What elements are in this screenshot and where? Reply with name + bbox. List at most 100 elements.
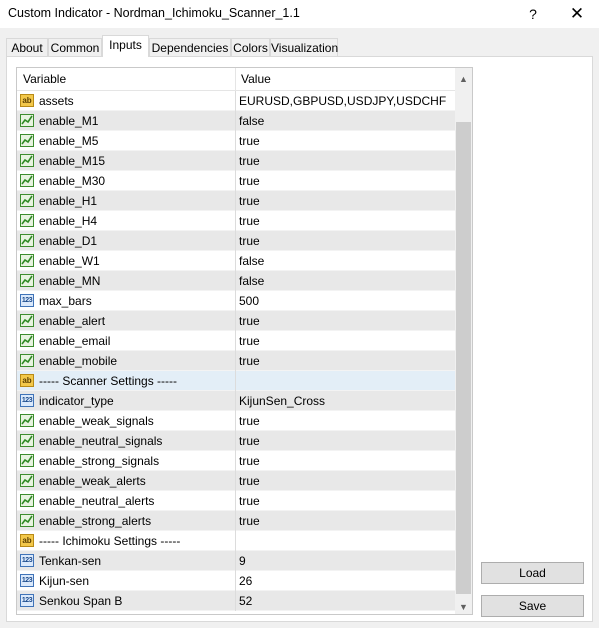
table-row[interactable]: ab ----- Scanner Settings ----- (17, 371, 455, 391)
column-divider (235, 391, 236, 411)
scroll-down-icon[interactable]: ▼ (455, 598, 472, 614)
variable-value[interactable]: false (239, 274, 264, 288)
header-divider[interactable] (235, 68, 236, 90)
save-button[interactable]: Save (481, 595, 584, 617)
number-type-icon: 123 (20, 554, 34, 567)
string-type-icon: ab (20, 374, 34, 387)
column-divider (235, 191, 236, 211)
table-row[interactable]: 123 max_bars 500 (17, 291, 455, 311)
variable-value[interactable]: true (239, 234, 260, 248)
column-divider (235, 311, 236, 331)
column-divider (235, 291, 236, 311)
close-button[interactable]: ✕ (557, 0, 597, 28)
column-divider (235, 231, 236, 251)
load-button[interactable]: Load (481, 562, 584, 584)
table-row[interactable]: 123 indicator_type KijunSen_Cross (17, 391, 455, 411)
tab-colors[interactable]: Colors (231, 38, 270, 56)
bool-type-icon (20, 114, 34, 127)
column-divider (235, 91, 236, 111)
string-type-icon: ab (20, 94, 34, 107)
tab-inputs[interactable]: Inputs (102, 35, 149, 57)
bool-type-icon (20, 514, 34, 527)
bool-type-icon (20, 194, 34, 207)
variable-value[interactable]: true (239, 314, 260, 328)
tab-dependencies[interactable]: Dependencies (149, 38, 231, 56)
column-divider (235, 491, 236, 511)
variable-value[interactable]: true (239, 214, 260, 228)
table-row[interactable]: enable_neutral_alerts true (17, 491, 455, 511)
table-row[interactable]: 123 Tenkan-sen 9 (17, 551, 455, 571)
variable-value[interactable]: true (239, 414, 260, 428)
column-divider (235, 411, 236, 431)
number-type-icon: 123 (20, 294, 34, 307)
table-row[interactable]: 123 Senkou Span B 52 (17, 591, 455, 611)
variable-value[interactable]: 52 (239, 594, 252, 608)
table-row[interactable]: 123 Kijun-sen 26 (17, 571, 455, 591)
bool-type-icon (20, 474, 34, 487)
table-row[interactable]: enable_neutral_signals true (17, 431, 455, 451)
table-row[interactable]: enable_M30 true (17, 171, 455, 191)
table-row[interactable]: enable_strong_alerts true (17, 511, 455, 531)
window-title: Custom Indicator - Nordman_Ichimoku_Scan… (8, 6, 300, 20)
table-row[interactable]: enable_H4 true (17, 211, 455, 231)
variable-value[interactable]: true (239, 494, 260, 508)
variable-name: ----- Scanner Settings ----- (39, 374, 178, 388)
variable-value[interactable]: 9 (239, 554, 246, 568)
table-row[interactable]: enable_weak_alerts true (17, 471, 455, 491)
scroll-up-icon[interactable]: ▲ (455, 70, 472, 87)
table-row[interactable]: enable_W1 false (17, 251, 455, 271)
variable-value[interactable]: true (239, 194, 260, 208)
variable-name: max_bars (39, 294, 92, 308)
variable-name: enable_M1 (39, 114, 99, 128)
variable-value[interactable]: true (239, 174, 260, 188)
table-row[interactable]: enable_mobile true (17, 351, 455, 371)
variable-value[interactable]: true (239, 474, 260, 488)
bool-type-icon (20, 254, 34, 267)
column-divider (235, 371, 236, 391)
bool-type-icon (20, 274, 34, 287)
table-row[interactable]: enable_strong_signals true (17, 451, 455, 471)
variable-value[interactable]: false (239, 114, 264, 128)
table-row[interactable]: enable_email true (17, 331, 455, 351)
column-divider (235, 551, 236, 571)
variable-value[interactable]: 500 (239, 294, 259, 308)
table-row[interactable]: enable_D1 true (17, 231, 455, 251)
variable-value[interactable]: KijunSen_Cross (239, 394, 325, 408)
variable-value[interactable]: true (239, 154, 260, 168)
variable-value[interactable]: true (239, 514, 260, 528)
table-row[interactable]: enable_alert true (17, 311, 455, 331)
table-row[interactable]: enable_M5 true (17, 131, 455, 151)
bool-type-icon (20, 414, 34, 427)
table-row[interactable]: enable_M15 true (17, 151, 455, 171)
variable-value[interactable]: true (239, 434, 260, 448)
bool-type-icon (20, 174, 34, 187)
help-button[interactable]: ? (513, 0, 553, 28)
table-row[interactable]: enable_MN false (17, 271, 455, 291)
variable-value[interactable]: true (239, 454, 260, 468)
tab-visualization[interactable]: Visualization (270, 38, 338, 56)
header-variable[interactable]: Variable (23, 72, 66, 86)
variable-value[interactable]: EURUSD,GBPUSD,USDJPY,USDCHF (239, 94, 446, 108)
tab-about[interactable]: About (6, 38, 48, 56)
tab-common[interactable]: Common (48, 38, 102, 56)
scroll-thumb[interactable] (456, 122, 471, 594)
variable-value[interactable]: 26 (239, 574, 252, 588)
variable-name: ----- Ichimoku Settings ----- (39, 534, 181, 548)
table-row[interactable]: enable_M1 false (17, 111, 455, 131)
variable-name: enable_M5 (39, 134, 99, 148)
bool-type-icon (20, 454, 34, 467)
vertical-scrollbar[interactable]: ▲ ▼ (455, 68, 472, 614)
column-divider (235, 571, 236, 591)
variable-value[interactable]: true (239, 334, 260, 348)
bool-type-icon (20, 334, 34, 347)
table-row[interactable]: enable_H1 true (17, 191, 455, 211)
table-row[interactable]: ab ----- Ichimoku Settings ----- (17, 531, 455, 551)
variable-value[interactable]: true (239, 134, 260, 148)
header-value[interactable]: Value (241, 72, 271, 86)
table-row[interactable]: enable_weak_signals true (17, 411, 455, 431)
column-divider (235, 531, 236, 551)
table-row[interactable]: ab assets EURUSD,GBPUSD,USDJPY,USDCHF (17, 91, 455, 111)
variable-name: Senkou Span B (39, 594, 123, 608)
variable-value[interactable]: false (239, 254, 264, 268)
variable-value[interactable]: true (239, 354, 260, 368)
